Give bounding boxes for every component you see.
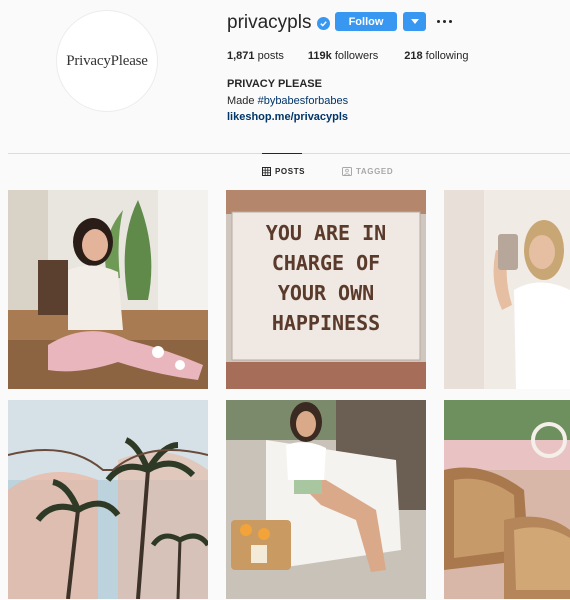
followers-stat[interactable]: 119k followers: [308, 50, 378, 62]
bio-text: Made #bybabesforbabes: [227, 95, 348, 107]
avatar-logo-text: PrivacyPlease: [66, 52, 148, 69]
post-image: YOU ARE IN CHARGE OF YOUR OWN HAPPINESS: [226, 190, 426, 389]
tag-icon: [342, 167, 352, 176]
followers-count: 119k: [307, 50, 332, 62]
following-count: 218: [404, 50, 423, 62]
post-image: [8, 190, 208, 389]
active-tab-indicator: [262, 153, 302, 154]
verified-badge-icon: [317, 16, 331, 30]
sign-line-3: YOUR OWN: [278, 281, 374, 305]
posts-stat-label: posts: [257, 50, 284, 62]
bio-hashtag-link[interactable]: #bybabesforbabes: [258, 95, 349, 107]
sign-line-2: CHARGE OF: [272, 251, 380, 275]
username: privacypls: [227, 12, 312, 33]
post-image: [226, 400, 426, 599]
followers-stat-label: followers: [334, 50, 379, 62]
username-row: privacypls: [227, 11, 331, 35]
tab-tagged[interactable]: TAGGED: [342, 167, 393, 176]
post-thumbnail[interactable]: [8, 400, 208, 599]
post-thumbnail[interactable]: YOU ARE IN CHARGE OF YOUR OWN HAPPINESS: [226, 190, 426, 389]
following-stat[interactable]: 218 following: [404, 50, 468, 62]
sign-line-1: YOU ARE IN: [266, 221, 386, 245]
post-thumbnail[interactable]: [226, 400, 426, 599]
more-dot-icon: [436, 20, 440, 23]
suggestions-dropdown-button[interactable]: [403, 12, 426, 31]
following-stat-label: following: [425, 50, 469, 62]
more-dot-icon: [442, 20, 446, 23]
bio-prefix: Made: [227, 95, 258, 107]
post-thumbnail[interactable]: [444, 400, 570, 599]
tab-tagged-label: TAGGED: [356, 167, 394, 176]
grid-icon: [262, 167, 271, 176]
chevron-down-icon: [410, 18, 419, 24]
posts-count: 1,871: [227, 50, 255, 62]
post-thumbnail[interactable]: [444, 190, 570, 389]
follow-button[interactable]: Follow: [335, 12, 397, 31]
post-image: [8, 400, 208, 599]
more-dot-icon: [448, 20, 452, 23]
tab-posts-label: POSTS: [275, 167, 306, 176]
more-options-button[interactable]: [434, 12, 454, 31]
post-thumbnail[interactable]: [8, 190, 208, 389]
bio-name: PRIVACY PLEASE: [227, 78, 322, 90]
profile-stats: 1,871 posts 119k followers 218 following: [227, 50, 492, 62]
sign-line-4: HAPPINESS: [272, 311, 380, 335]
bio-website-link[interactable]: likeshop.me/privacypls: [227, 111, 348, 123]
tab-posts[interactable]: POSTS: [262, 167, 305, 176]
post-image: [444, 190, 570, 389]
profile-avatar[interactable]: PrivacyPlease: [56, 10, 158, 112]
post-image: [444, 400, 570, 599]
posts-stat: 1,871 posts: [227, 50, 284, 62]
